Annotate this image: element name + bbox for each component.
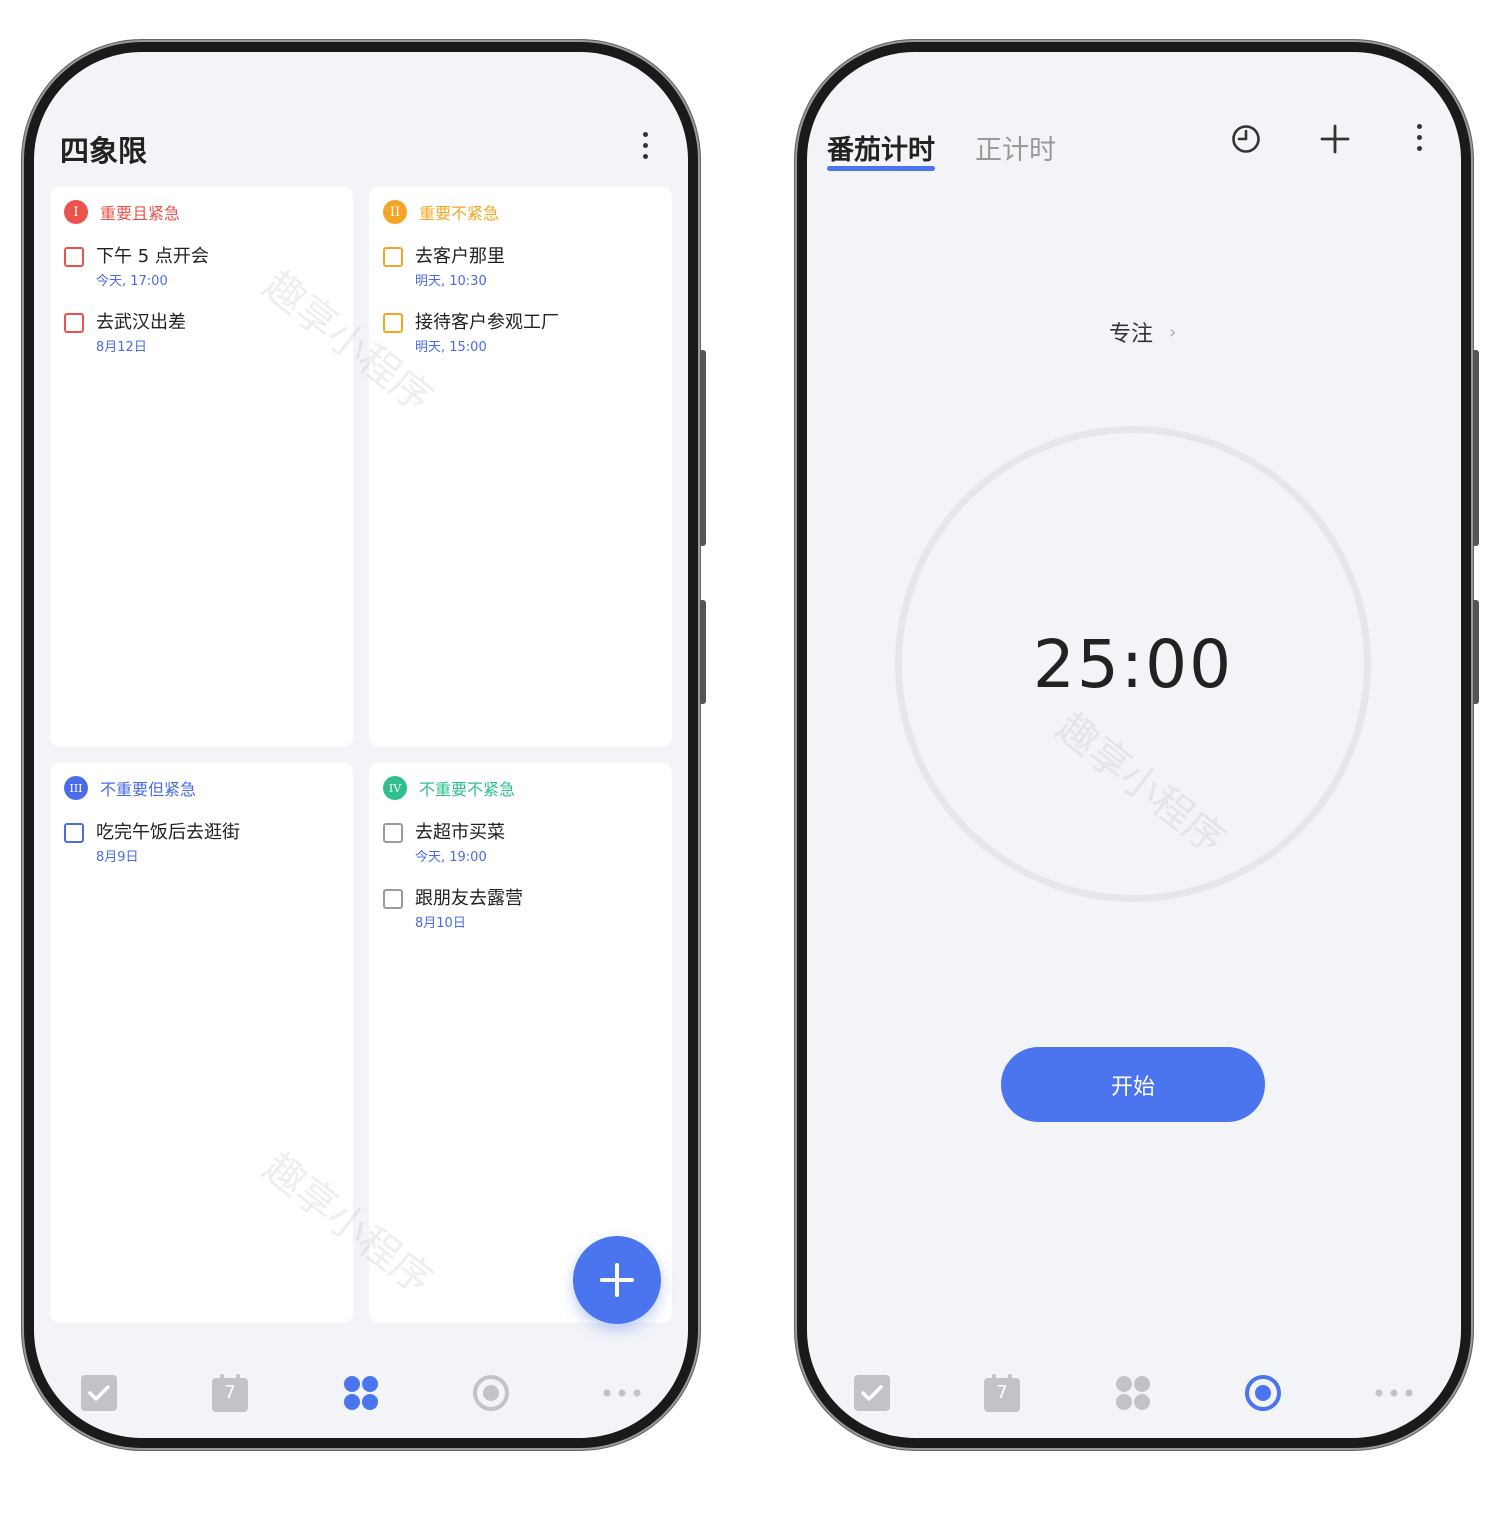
task-text: 去超市买菜 (415, 822, 505, 843)
more-menu-icon[interactable] (1414, 124, 1424, 154)
nav-calendar-icon[interactable]: 7 (205, 1368, 255, 1418)
add-icon[interactable] (1320, 124, 1350, 154)
phone-frame-right: 番茄计时 正计时 专注 › 25:00 趣享小程序 开始 7 (795, 40, 1479, 1450)
calendar-day: 7 (996, 1382, 1008, 1403)
nav-calendar-icon[interactable]: 7 (977, 1368, 1027, 1418)
nav-quadrant-icon[interactable] (1108, 1368, 1158, 1418)
task-item[interactable]: 接待客户参观工厂 明天, 15:00 (383, 311, 658, 357)
focus-mode-label[interactable]: 专注 (1109, 316, 1153, 348)
add-task-button[interactable] (573, 1236, 661, 1324)
task-checkbox[interactable] (64, 247, 84, 267)
task-checkbox[interactable] (64, 313, 84, 333)
bottom-nav: 7 (34, 1368, 688, 1418)
quadrant-4-badge-icon: IV (383, 776, 407, 800)
start-button[interactable]: 开始 (1001, 1047, 1265, 1122)
task-checkbox[interactable] (383, 889, 403, 909)
task-date: 明天, 10:30 (415, 274, 487, 289)
task-date: 今天, 19:00 (415, 850, 487, 865)
task-item[interactable]: 下午 5 点开会 今天, 17:00 (64, 245, 339, 291)
task-item[interactable]: 去超市买菜 今天, 19:00 (383, 821, 658, 867)
phone-frame-left: 四象限 I 重要且紧急 下午 5 点开会 今天, 17:00 去武汉出差 8月1… (22, 40, 706, 1450)
task-checkbox[interactable] (383, 313, 403, 333)
task-text: 吃完午饭后去逛街 (96, 822, 240, 843)
nav-pomodoro-icon[interactable] (466, 1368, 516, 1418)
chevron-right-icon[interactable]: › (1169, 322, 1176, 343)
task-checkbox[interactable] (383, 247, 403, 267)
task-date: 今天, 17:00 (96, 274, 168, 289)
task-checkbox[interactable] (64, 823, 84, 843)
quadrant-screen: 四象限 I 重要且紧急 下午 5 点开会 今天, 17:00 去武汉出差 8月1… (34, 52, 688, 1438)
task-item[interactable]: 吃完午饭后去逛街 8月9日 (64, 821, 339, 867)
quadrant-1-card[interactable]: I 重要且紧急 下午 5 点开会 今天, 17:00 去武汉出差 8月12日 (50, 187, 353, 747)
nav-more-icon[interactable] (1369, 1368, 1419, 1418)
quadrant-3-badge-icon: III (64, 776, 88, 800)
task-text: 去武汉出差 (96, 312, 186, 333)
task-item[interactable]: 去客户那里 明天, 10:30 (383, 245, 658, 291)
nav-more-icon[interactable] (597, 1368, 647, 1418)
task-date: 8月9日 (96, 850, 139, 865)
tab-pomodoro[interactable]: 番茄计时 (827, 128, 935, 167)
task-text: 接待客户参观工厂 (415, 312, 559, 333)
quadrant-2-badge-icon: II (383, 200, 407, 224)
task-item[interactable]: 跟朋友去露营 8月10日 (383, 887, 658, 933)
task-text: 下午 5 点开会 (96, 246, 209, 267)
bottom-nav: 7 (807, 1368, 1461, 1418)
quadrant-4-title: 不重要不紧急 (419, 780, 516, 799)
nav-pomodoro-icon[interactable] (1238, 1368, 1288, 1418)
pomodoro-screen: 番茄计时 正计时 专注 › 25:00 趣享小程序 开始 7 (807, 52, 1461, 1438)
timer-display: 25:00 (1032, 625, 1234, 703)
tab-underline (827, 166, 935, 171)
quadrant-2-card[interactable]: II 重要不紧急 去客户那里 明天, 10:30 接待客户参观工厂 明天, 15… (369, 187, 672, 747)
quadrant-1-badge-icon: I (64, 200, 88, 224)
task-date: 明天, 15:00 (415, 340, 487, 355)
nav-quadrant-icon[interactable] (336, 1368, 386, 1418)
tab-stopwatch[interactable]: 正计时 (975, 128, 1056, 167)
history-clock-icon[interactable] (1231, 124, 1261, 154)
task-text: 去客户那里 (415, 246, 505, 267)
quadrant-3-card[interactable]: III 不重要但紧急 吃完午饭后去逛街 8月9日 (50, 763, 353, 1323)
more-menu-icon[interactable] (640, 132, 650, 162)
calendar-day: 7 (224, 1382, 236, 1403)
task-date: 8月10日 (415, 916, 466, 931)
nav-checkbox-icon[interactable] (847, 1368, 897, 1418)
task-date: 8月12日 (96, 340, 147, 355)
quadrant-1-title: 重要且紧急 (100, 204, 181, 223)
task-item[interactable]: 去武汉出差 8月12日 (64, 311, 339, 357)
task-text: 跟朋友去露营 (415, 888, 523, 909)
task-checkbox[interactable] (383, 823, 403, 843)
page-title: 四象限 (60, 134, 148, 168)
nav-checkbox-icon[interactable] (74, 1368, 124, 1418)
quadrant-3-title: 不重要但紧急 (100, 780, 197, 799)
quadrant-2-title: 重要不紧急 (419, 204, 500, 223)
